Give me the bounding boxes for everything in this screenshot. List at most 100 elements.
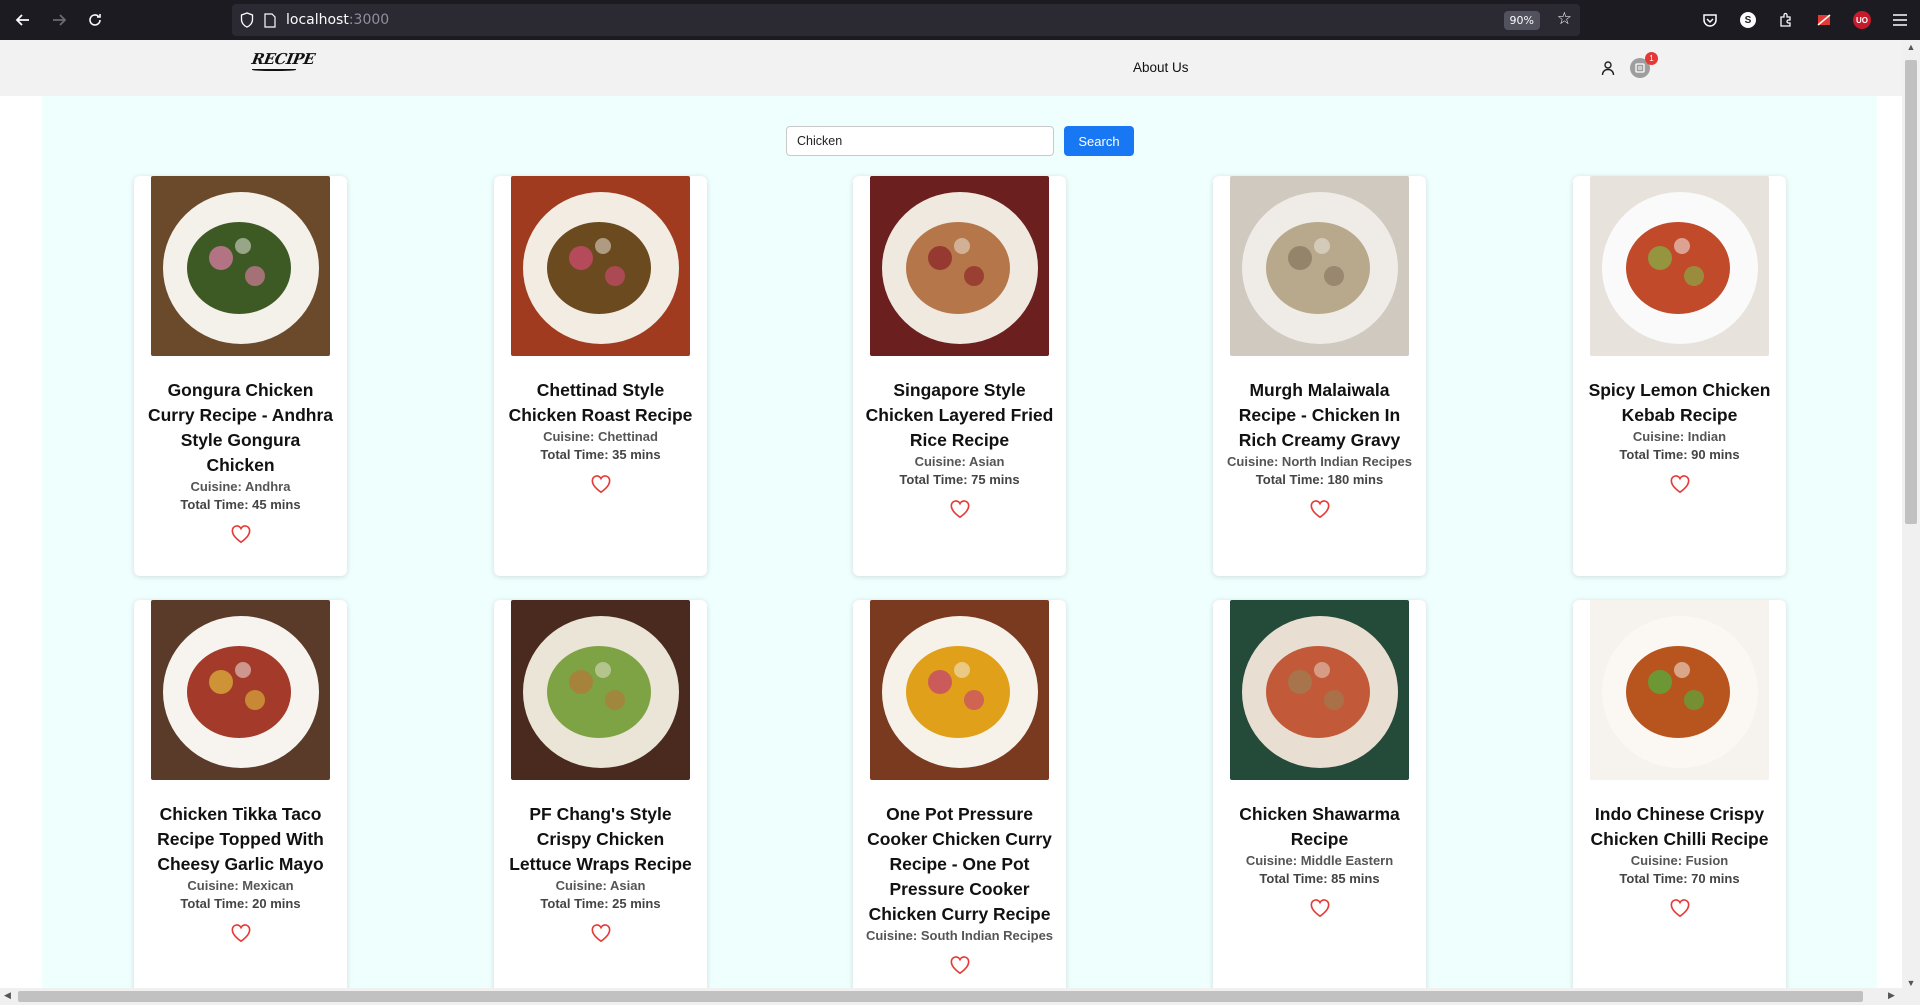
recipe-title[interactable]: Indo Chinese Crispy Chicken Chilli Recip… (1585, 802, 1774, 852)
recipe-info: Singapore Style Chicken Layered Fried Ri… (865, 378, 1054, 519)
recipe-title[interactable]: Spicy Lemon Chicken Kebab Recipe (1585, 378, 1774, 428)
recipe-total-time: Total Time: 90 mins (1619, 447, 1740, 462)
recipe-card[interactable]: Singapore Style Chicken Layered Fried Ri… (853, 176, 1066, 576)
recipe-total-time: Total Time: 85 mins (1259, 871, 1380, 886)
recipe-info: Indo Chinese Crispy Chicken Chilli Recip… (1585, 802, 1774, 918)
address-bar[interactable]: localhost:3000 90% ☆ (232, 4, 1580, 36)
recipe-info: Chettinad Style Chicken Roast Recipe Cuis… (506, 378, 695, 494)
site-header: RECIPE About Us 1 (0, 40, 1902, 96)
favorite-heart-icon[interactable] (230, 923, 252, 943)
recipe-card[interactable]: PF Chang's Style Crispy Chicken Lettuce … (494, 600, 707, 988)
horizontal-scrollbar[interactable]: ◀ ▶ (0, 988, 1902, 1005)
recipe-cuisine: Cuisine: Middle Eastern (1245, 853, 1394, 868)
back-icon[interactable] (5, 0, 41, 40)
recipe-cuisine: Cuisine: North Indian Recipes (1227, 454, 1412, 469)
recipe-card[interactable]: Chicken Tikka Taco Recipe Topped With Ch… (134, 600, 347, 988)
url-text[interactable]: localhost:3000 (286, 12, 389, 28)
recipe-title[interactable]: Chettinad Style Chicken Roast Recipe (506, 378, 695, 428)
recipe-cuisine: Cuisine: Andhra (190, 479, 291, 494)
recipe-cuisine: Cuisine: Fusion (1630, 853, 1729, 868)
extension-flag-icon[interactable] (1814, 10, 1834, 30)
recipe-cuisine: Cuisine: South Indian Recipes (865, 928, 1054, 943)
recipe-card[interactable]: One Pot Pressure Cooker Chicken Curry Re… (853, 600, 1066, 988)
recipe-title[interactable]: Gongura Chicken Curry Recipe - Andhra St… (146, 378, 335, 478)
recipe-info: Spicy Lemon Chicken Kebab Recipe Cuisine:… (1585, 378, 1774, 494)
recipe-meta: Cuisine: Middle Eastern Total Time: 85 mi… (1225, 852, 1414, 888)
recipe-info: One Pot Pressure Cooker Chicken Curry Re… (865, 802, 1054, 975)
recipe-total-time: Total Time: 25 mins (540, 896, 661, 911)
horizontal-scrollbar-thumb[interactable] (18, 991, 1863, 1002)
extension-s-icon[interactable]: S (1738, 10, 1758, 30)
logo-swoosh (252, 68, 296, 71)
recipe-info: Murgh Malaiwala Recipe - Chicken In Rich… (1225, 378, 1414, 519)
extensions-puzzle-icon[interactable] (1776, 10, 1796, 30)
recipe-image[interactable] (1590, 176, 1769, 356)
recipe-total-time: Total Time: 180 mins (1255, 472, 1384, 487)
recipe-title[interactable]: Singapore Style Chicken Layered Fried Ri… (865, 378, 1054, 453)
recipe-meta: Cuisine: Asian Total Time: 75 mins (865, 453, 1054, 489)
favorite-heart-icon[interactable] (1669, 898, 1691, 918)
vertical-scrollbar-thumb[interactable] (1905, 60, 1917, 524)
user-icon[interactable] (1601, 60, 1615, 76)
cart-count-badge: 1 (1645, 52, 1658, 65)
favorite-heart-icon[interactable] (949, 955, 971, 975)
recipe-grid: Gongura Chicken Curry Recipe - Andhra St… (42, 96, 1877, 988)
recipe-total-time: Total Time: 35 mins (540, 447, 661, 462)
recipe-title[interactable]: PF Chang's Style Crispy Chicken Lettuce … (506, 802, 695, 877)
recipe-meta: Cuisine: Indian Total Time: 90 mins (1585, 428, 1774, 464)
about-us-link[interactable]: About Us (1133, 60, 1189, 75)
recipe-title[interactable]: One Pot Pressure Cooker Chicken Curry Re… (865, 802, 1054, 927)
recipe-card[interactable]: Gongura Chicken Curry Recipe - Andhra St… (134, 176, 347, 576)
menu-hamburger-icon[interactable] (1890, 10, 1910, 30)
recipe-meta: Cuisine: Asian Total Time: 25 mins (506, 877, 695, 913)
recipe-meta: Cuisine: Andhra Total Time: 45 mins (146, 478, 335, 514)
page-icon[interactable] (264, 12, 276, 28)
recipe-meta: Cuisine: South Indian Recipes (865, 927, 1054, 945)
vertical-scrollbar[interactable]: ▲ ▼ (1902, 40, 1920, 1005)
main-content: Search Gongura Chicken Curry Recipe - An… (42, 96, 1877, 988)
zoom-level-badge[interactable]: 90% (1503, 11, 1540, 30)
recipe-image[interactable] (870, 600, 1049, 780)
recipe-image[interactable] (511, 600, 690, 780)
recipe-meta: Cuisine: North Indian Recipes Total Time:… (1225, 453, 1414, 489)
recipe-title[interactable]: Chicken Shawarma Recipe (1225, 802, 1414, 852)
recipe-card[interactable]: Spicy Lemon Chicken Kebab Recipe Cuisine:… (1573, 176, 1786, 576)
bookmark-star-icon[interactable]: ☆ (1557, 9, 1572, 29)
favorite-heart-icon[interactable] (1309, 499, 1331, 519)
recipe-meta: Cuisine: Fusion Total Time: 70 mins (1585, 852, 1774, 888)
recipe-cuisine: Cuisine: Asian (914, 454, 1005, 469)
favorite-heart-icon[interactable] (230, 524, 252, 544)
favorite-heart-icon[interactable] (590, 474, 612, 494)
recipe-image[interactable] (870, 176, 1049, 356)
recipe-card[interactable]: Chicken Shawarma Recipe Cuisine: Middle E… (1213, 600, 1426, 988)
recipe-image[interactable] (1590, 600, 1769, 780)
recipe-meta: Cuisine: Mexican Total Time: 20 mins (146, 877, 335, 913)
favorite-heart-icon[interactable] (1669, 474, 1691, 494)
recipe-image[interactable] (511, 176, 690, 356)
recipe-card[interactable]: Indo Chinese Crispy Chicken Chilli Recip… (1573, 600, 1786, 988)
recipe-info: PF Chang's Style Crispy Chicken Lettuce … (506, 802, 695, 943)
cart-button[interactable]: 1 (1630, 52, 1658, 80)
recipe-card[interactable]: Murgh Malaiwala Recipe - Chicken In Rich… (1213, 176, 1426, 576)
forward-icon[interactable] (41, 0, 77, 40)
recipe-cuisine: Cuisine: Indian (1632, 429, 1727, 444)
recipe-info: Chicken Tikka Taco Recipe Topped With Ch… (146, 802, 335, 943)
recipe-title[interactable]: Chicken Tikka Taco Recipe Topped With Ch… (146, 802, 335, 877)
recipe-cuisine: Cuisine: Chettinad (543, 429, 658, 444)
favorite-heart-icon[interactable] (949, 499, 971, 519)
reload-icon[interactable] (77, 0, 113, 40)
pocket-icon[interactable] (1700, 10, 1720, 30)
recipe-title[interactable]: Murgh Malaiwala Recipe - Chicken In Rich… (1225, 378, 1414, 453)
extension-ublock-icon[interactable]: UO (1852, 10, 1872, 30)
recipe-image[interactable] (1230, 176, 1409, 356)
recipe-image[interactable] (1230, 600, 1409, 780)
site-logo[interactable]: RECIPE (250, 50, 316, 68)
recipe-total-time: Total Time: 70 mins (1619, 871, 1740, 886)
recipe-card[interactable]: Chettinad Style Chicken Roast Recipe Cuis… (494, 176, 707, 576)
recipe-image[interactable] (151, 600, 330, 780)
favorite-heart-icon[interactable] (1309, 898, 1331, 918)
recipe-image[interactable] (151, 176, 330, 356)
recipe-meta: Cuisine: Chettinad Total Time: 35 mins (506, 428, 695, 464)
favorite-heart-icon[interactable] (590, 923, 612, 943)
shield-icon[interactable] (240, 12, 254, 28)
